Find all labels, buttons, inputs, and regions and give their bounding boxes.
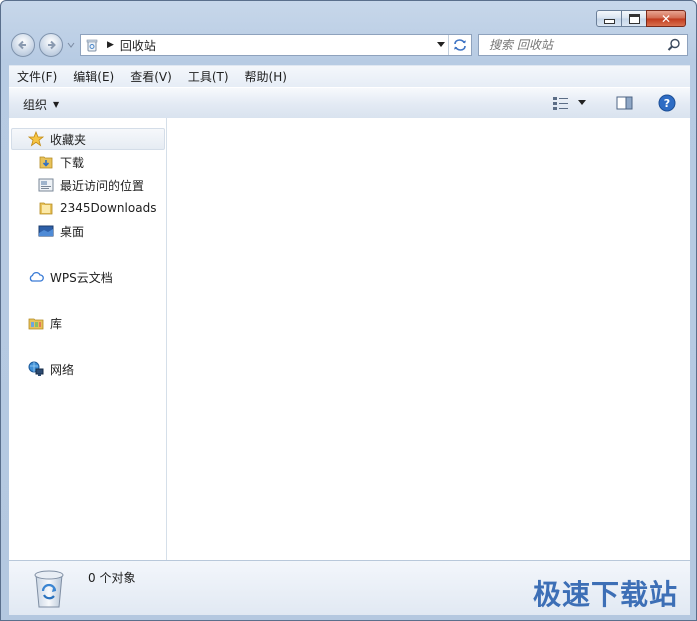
search-box[interactable] — [478, 34, 688, 56]
sidebar-item-label: 网络 — [50, 362, 75, 377]
search-icon[interactable] — [667, 38, 681, 52]
item-count: 0 个对象 — [88, 571, 136, 585]
organize-label: 组织 — [23, 98, 48, 112]
recent-places-icon — [38, 178, 54, 192]
refresh-icon — [454, 39, 466, 51]
address-dropdown-icon[interactable] — [437, 42, 445, 48]
close-button[interactable]: ✕ — [646, 10, 686, 27]
caption-buttons: ✕ — [596, 10, 686, 27]
sidebar-item-label: 收藏夹 — [50, 132, 87, 147]
sidebar-item-label: 2345Downloads — [60, 201, 157, 215]
breadcrumb-chevron-icon[interactable]: ▶ — [107, 40, 114, 50]
menu-file[interactable]: 文件(F) — [9, 68, 65, 85]
sidebar-item-label: 最近访问的位置 — [60, 178, 145, 193]
star-icon — [28, 131, 44, 147]
recent-pages-dropdown-icon[interactable] — [67, 41, 75, 49]
explorer-window: ✕ ▶ 回收站 搜索 回收站 文件(F) 编辑(E) 查看(V) 工具(T) 帮… — [0, 0, 697, 621]
address-bar[interactable]: ▶ 回收站 — [80, 34, 472, 56]
forward-button[interactable] — [39, 33, 63, 57]
view-options-dropdown-icon[interactable] — [578, 100, 586, 106]
menu-edit[interactable]: 编辑(E) — [65, 68, 122, 85]
command-bar: 组织 ▼ ? — [9, 87, 690, 119]
organize-button[interactable]: 组织 ▼ — [23, 96, 59, 113]
recycle-bin-icon — [34, 570, 64, 608]
refresh-button[interactable] — [448, 35, 471, 55]
svg-text:?: ? — [664, 97, 670, 110]
desktop-icon — [38, 225, 54, 237]
recycle-bin-small-icon — [86, 39, 98, 52]
sidebar-item-label: 下载 — [60, 155, 85, 170]
file-list-area[interactable] — [167, 118, 690, 560]
sidebar-item-libraries[interactable]: 库 — [9, 312, 166, 334]
navigation-pane: 收藏夹 下载 最近访问的位置 2345Downloads 桌面 WPS云文档 库… — [9, 118, 167, 560]
cloud-icon — [29, 271, 44, 282]
minimize-icon — [603, 18, 615, 24]
menu-bar: 文件(F) 编辑(E) 查看(V) 工具(T) 帮助(H) — [9, 65, 690, 87]
menu-help[interactable]: 帮助(H) — [237, 68, 295, 85]
sidebar-item-label: 库 — [50, 316, 63, 331]
forward-arrow-icon — [48, 40, 56, 50]
sidebar-item-desktop[interactable]: 桌面 — [9, 220, 166, 242]
organize-dropdown-icon: ▼ — [53, 100, 60, 109]
back-button[interactable] — [11, 33, 35, 57]
minimize-button[interactable] — [596, 10, 622, 27]
watermark: 极速下载站 — [532, 578, 678, 611]
change-view-icon[interactable] — [552, 95, 570, 111]
back-arrow-icon — [18, 40, 26, 50]
maximize-icon — [628, 13, 640, 24]
navigation-bar: ▶ 回收站 — [1, 31, 697, 61]
sidebar-item-label: WPS云文档 — [50, 270, 113, 285]
sidebar-item-favorites[interactable]: 收藏夹 — [11, 128, 165, 150]
sidebar-item-network[interactable]: 网络 — [9, 358, 166, 380]
download-folder-icon — [39, 156, 53, 169]
network-icon — [28, 361, 44, 376]
toolbar-right: ? — [552, 94, 676, 112]
help-icon[interactable]: ? — [658, 94, 676, 112]
folder-icon — [39, 202, 53, 215]
maximize-button[interactable] — [621, 10, 647, 27]
breadcrumb-location[interactable]: 回收站 — [120, 37, 156, 54]
sidebar-item-label: 桌面 — [60, 224, 85, 239]
sidebar-item-2345downloads[interactable]: 2345Downloads — [9, 197, 166, 219]
menu-view[interactable]: 查看(V) — [122, 68, 180, 85]
sidebar-item-downloads[interactable]: 下载 — [9, 151, 166, 173]
close-icon: ✕ — [660, 11, 672, 26]
library-icon — [28, 318, 44, 330]
menu-tools[interactable]: 工具(T) — [180, 68, 237, 85]
sidebar-item-recent-places[interactable]: 最近访问的位置 — [9, 174, 166, 196]
details-pane: 0 个对象 极速下载站 — [9, 560, 690, 615]
sidebar-item-wps-cloud[interactable]: WPS云文档 — [9, 266, 166, 288]
search-input[interactable] — [487, 37, 661, 53]
preview-pane-icon[interactable] — [616, 95, 634, 111]
